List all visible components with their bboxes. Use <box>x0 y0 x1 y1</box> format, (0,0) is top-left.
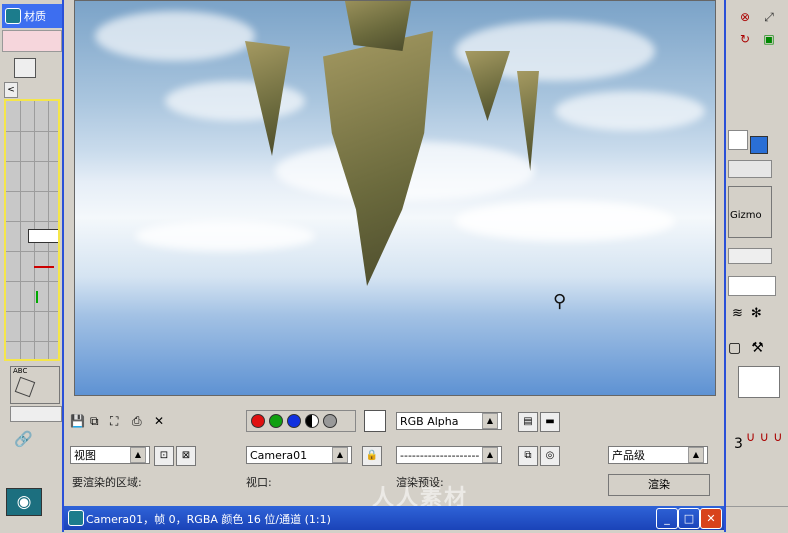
parameter-field[interactable] <box>728 248 772 264</box>
blue-channel-button[interactable] <box>287 414 301 428</box>
toggle-ui-button[interactable]: ▬ <box>540 412 560 432</box>
alpha-channel-button[interactable] <box>305 414 319 428</box>
chevron-up-icon: ▲ <box>482 413 498 429</box>
color-swatch[interactable] <box>364 410 386 432</box>
render-preset-dropdown[interactable]: -------------------- ▲ <box>396 446 502 464</box>
material-editor-tab[interactable]: 材质 <box>2 4 62 28</box>
environment-button[interactable]: ◎ <box>540 446 560 466</box>
area-to-render-label: 要渲染的区域: <box>72 476 142 489</box>
save-icon[interactable]: 💾 <box>70 414 85 428</box>
viewport-label: 视口: <box>246 476 272 489</box>
channel-dropdown-value: RGB Alpha <box>400 414 459 428</box>
rotate-icon[interactable]: ↻ <box>738 32 752 46</box>
layout-icon[interactable] <box>14 58 36 78</box>
floating-rock-right <box>465 51 510 121</box>
channel-toggle-group <box>246 410 356 432</box>
area-dropdown-value: 视图 <box>74 449 96 462</box>
close-icon[interactable]: ✕ <box>154 414 164 428</box>
mono-button[interactable] <box>323 414 337 428</box>
edit-region-button[interactable]: ⊡ <box>154 446 174 466</box>
zoom-cursor-icon: ⚲ <box>553 291 567 312</box>
toggle-ui-overlay-button[interactable]: ▤ <box>518 412 538 432</box>
abc-label: ABC <box>13 367 28 375</box>
minimize-button[interactable]: _ <box>656 508 678 529</box>
maximize-button[interactable]: □ <box>678 508 700 529</box>
title-bar[interactable]: Camera01，帧 0，RGBA 颜色 16 位/通道 (1:1) _ □ ✕ <box>64 506 724 530</box>
viewport-dropdown-value: Camera01 <box>250 448 308 462</box>
app-title-label: 材质 <box>24 10 46 23</box>
app-logo-icon <box>5 8 21 24</box>
copy-icon[interactable]: ⧉ <box>90 414 99 429</box>
gizmo-label[interactable]: Gizmo <box>730 210 762 221</box>
auto-region-button[interactable]: ⊠ <box>176 446 196 466</box>
area-to-render-dropdown[interactable]: 视图 ▲ <box>70 446 150 464</box>
x-axis-line <box>34 266 54 268</box>
render-frame-window: ⚲ 💾 ⧉ ⛶ ⎙ ✕ RGB Alpha ▲ ▤ ▬ 视图 ▲ ⊡ ⊠ Cam… <box>62 0 726 532</box>
window-title: Camera01，帧 0，RGBA 颜色 16 位/通道 (1:1) <box>86 513 331 526</box>
renderer-mode-dropdown[interactable]: 产品级 ▲ <box>608 446 708 464</box>
render-setup-button[interactable]: ⧉ <box>518 446 538 466</box>
chevron-up-icon: ▲ <box>130 447 146 463</box>
app-logo-icon <box>68 510 84 526</box>
left-slider[interactable] <box>10 406 62 422</box>
link-icon[interactable]: 🔗 <box>14 430 34 448</box>
object-color-swatch[interactable] <box>750 136 768 154</box>
magnet-icon[interactable]: ∪ ∪ ∪ <box>746 430 783 445</box>
viewport-dropdown[interactable]: Camera01 ▲ <box>246 446 352 464</box>
y-axis-line <box>36 291 38 303</box>
wave-icon[interactable]: ≋✻ <box>732 306 770 321</box>
scale-icon[interactable]: ⤢ <box>762 10 776 24</box>
object-color-icon[interactable]: ▣ <box>762 32 776 46</box>
floating-rock-far-right <box>517 71 539 171</box>
app-logo-icon[interactable]: ◉ <box>6 488 42 516</box>
preset-dropdown-value: -------------------- <box>400 448 480 462</box>
render-toolbar: 💾 ⧉ ⛶ ⎙ ✕ RGB Alpha ▲ ▤ ▬ <box>64 406 724 438</box>
viewport-object <box>28 229 58 243</box>
floating-rock-top <box>343 1 413 51</box>
material-slot[interactable] <box>2 30 62 52</box>
chevron-up-icon: ▲ <box>482 447 498 463</box>
text-tool-box[interactable]: ABC <box>10 366 60 404</box>
modifier-dropdown[interactable] <box>728 276 776 296</box>
print-icon[interactable]: ⎙ <box>132 414 142 429</box>
rendered-image: ⚲ <box>74 0 716 396</box>
renderer-dropdown-value: 产品级 <box>612 449 645 462</box>
pencil-icon <box>14 376 36 398</box>
red-channel-button[interactable] <box>251 414 265 428</box>
left-panel: 材质 < [ ⊥ ⊿ ⊿ ] ABC 🔗 ◉ <box>0 0 64 532</box>
lock-viewport-button[interactable]: 🔒 <box>362 446 382 466</box>
clone-icon[interactable]: ⛶ <box>110 414 118 429</box>
green-channel-button[interactable] <box>269 414 283 428</box>
color-field[interactable] <box>728 130 748 150</box>
chevron-up-icon: ▲ <box>332 447 348 463</box>
chevron-left-icon[interactable]: < <box>4 82 18 98</box>
close-button[interactable]: ✕ <box>700 508 722 529</box>
bottom-status <box>722 506 788 533</box>
selection-icon-box[interactable] <box>738 366 780 398</box>
frame-number: 3 <box>734 436 743 452</box>
command-panel <box>722 0 788 532</box>
left-viewport[interactable]: [ ⊥ ⊿ ⊿ ] <box>4 99 60 361</box>
select-move-icon[interactable]: ⊗ <box>738 10 752 24</box>
channel-display-dropdown[interactable]: RGB Alpha ▲ <box>396 412 502 430</box>
hammer-icon[interactable]: ▢⚒ <box>728 340 774 356</box>
chevron-up-icon: ▲ <box>688 447 704 463</box>
name-field[interactable] <box>728 160 772 178</box>
render-button[interactable]: 渲染 <box>608 474 710 496</box>
